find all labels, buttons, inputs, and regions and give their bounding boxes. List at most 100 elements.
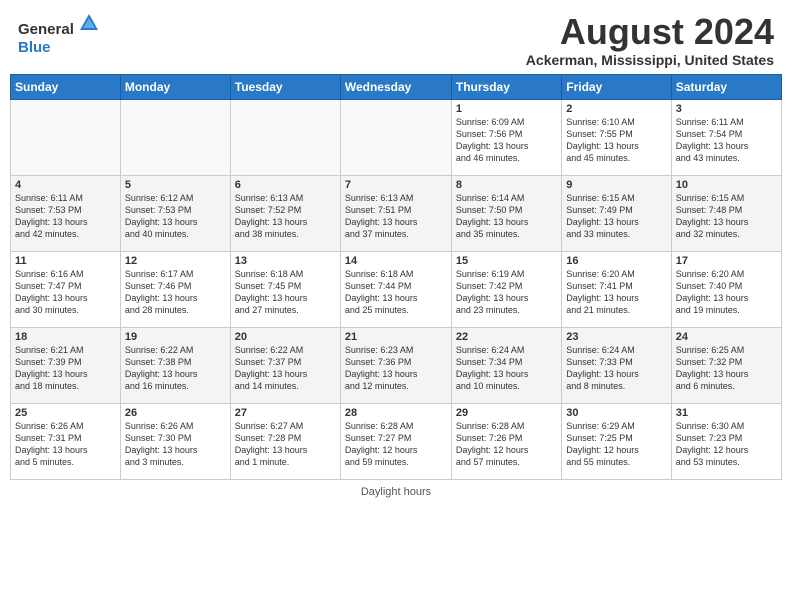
calendar-cell: 25Sunrise: 6:26 AM Sunset: 7:31 PM Dayli… [11,403,121,479]
day-info: Sunrise: 6:27 AM Sunset: 7:28 PM Dayligh… [235,420,336,469]
calendar-cell: 17Sunrise: 6:20 AM Sunset: 7:40 PM Dayli… [671,251,781,327]
day-number: 8 [456,179,557,191]
day-info: Sunrise: 6:26 AM Sunset: 7:30 PM Dayligh… [125,420,226,469]
calendar-cell [340,99,451,175]
day-number: 19 [125,331,226,343]
day-number: 28 [345,407,447,419]
day-info: Sunrise: 6:24 AM Sunset: 7:33 PM Dayligh… [566,344,666,393]
calendar-cell: 20Sunrise: 6:22 AM Sunset: 7:37 PM Dayli… [230,327,340,403]
day-number: 17 [676,255,777,267]
calendar-cell [230,99,340,175]
calendar-cell: 16Sunrise: 6:20 AM Sunset: 7:41 PM Dayli… [562,251,671,327]
day-info: Sunrise: 6:15 AM Sunset: 7:48 PM Dayligh… [676,192,777,241]
calendar-cell: 11Sunrise: 6:16 AM Sunset: 7:47 PM Dayli… [11,251,121,327]
day-info: Sunrise: 6:10 AM Sunset: 7:55 PM Dayligh… [566,116,666,165]
calendar-cell: 9Sunrise: 6:15 AM Sunset: 7:49 PM Daylig… [562,175,671,251]
day-number: 25 [15,407,116,419]
calendar-cell: 23Sunrise: 6:24 AM Sunset: 7:33 PM Dayli… [562,327,671,403]
day-number: 24 [676,331,777,343]
calendar-cell: 5Sunrise: 6:12 AM Sunset: 7:53 PM Daylig… [120,175,230,251]
calendar-cell: 12Sunrise: 6:17 AM Sunset: 7:46 PM Dayli… [120,251,230,327]
calendar-cell: 7Sunrise: 6:13 AM Sunset: 7:51 PM Daylig… [340,175,451,251]
weekday-header: Sunday [11,74,121,99]
weekday-header: Tuesday [230,74,340,99]
day-info: Sunrise: 6:30 AM Sunset: 7:23 PM Dayligh… [676,420,777,469]
day-info: Sunrise: 6:19 AM Sunset: 7:42 PM Dayligh… [456,268,557,317]
day-number: 18 [15,331,116,343]
calendar-header: SundayMondayTuesdayWednesdayThursdayFrid… [11,74,782,99]
calendar-cell: 28Sunrise: 6:28 AM Sunset: 7:27 PM Dayli… [340,403,451,479]
calendar-cell: 15Sunrise: 6:19 AM Sunset: 7:42 PM Dayli… [451,251,561,327]
calendar-cell: 27Sunrise: 6:27 AM Sunset: 7:28 PM Dayli… [230,403,340,479]
day-info: Sunrise: 6:11 AM Sunset: 7:54 PM Dayligh… [676,116,777,165]
title-section: August 2024 Ackerman, Mississippi, Unite… [526,12,774,68]
calendar-cell: 24Sunrise: 6:25 AM Sunset: 7:32 PM Dayli… [671,327,781,403]
footer: Daylight hours [0,484,792,500]
day-info: Sunrise: 6:26 AM Sunset: 7:31 PM Dayligh… [15,420,116,469]
day-info: Sunrise: 6:28 AM Sunset: 7:26 PM Dayligh… [456,420,557,469]
day-info: Sunrise: 6:22 AM Sunset: 7:37 PM Dayligh… [235,344,336,393]
day-number: 13 [235,255,336,267]
day-info: Sunrise: 6:24 AM Sunset: 7:34 PM Dayligh… [456,344,557,393]
calendar-cell: 6Sunrise: 6:13 AM Sunset: 7:52 PM Daylig… [230,175,340,251]
weekday-header: Wednesday [340,74,451,99]
day-number: 4 [15,179,116,191]
day-number: 5 [125,179,226,191]
logo-text: General Blue [18,12,100,57]
day-info: Sunrise: 6:09 AM Sunset: 7:56 PM Dayligh… [456,116,557,165]
day-number: 15 [456,255,557,267]
main-title: August 2024 [526,12,774,52]
calendar-cell: 4Sunrise: 6:11 AM Sunset: 7:53 PM Daylig… [11,175,121,251]
logo-general: General [18,21,74,38]
calendar-cell: 18Sunrise: 6:21 AM Sunset: 7:39 PM Dayli… [11,327,121,403]
logo-icon [78,21,100,38]
day-info: Sunrise: 6:11 AM Sunset: 7:53 PM Dayligh… [15,192,116,241]
day-info: Sunrise: 6:12 AM Sunset: 7:53 PM Dayligh… [125,192,226,241]
weekday-header: Friday [562,74,671,99]
calendar-cell: 29Sunrise: 6:28 AM Sunset: 7:26 PM Dayli… [451,403,561,479]
day-number: 12 [125,255,226,267]
subtitle: Ackerman, Mississippi, United States [526,52,774,68]
day-number: 1 [456,103,557,115]
day-info: Sunrise: 6:20 AM Sunset: 7:40 PM Dayligh… [676,268,777,317]
calendar-cell: 26Sunrise: 6:26 AM Sunset: 7:30 PM Dayli… [120,403,230,479]
logo: General Blue [18,12,100,57]
footer-text: Daylight hours [361,486,431,498]
day-info: Sunrise: 6:18 AM Sunset: 7:45 PM Dayligh… [235,268,336,317]
day-number: 22 [456,331,557,343]
calendar-cell: 22Sunrise: 6:24 AM Sunset: 7:34 PM Dayli… [451,327,561,403]
day-info: Sunrise: 6:22 AM Sunset: 7:38 PM Dayligh… [125,344,226,393]
day-number: 14 [345,255,447,267]
logo-blue: Blue [18,39,51,56]
day-info: Sunrise: 6:29 AM Sunset: 7:25 PM Dayligh… [566,420,666,469]
day-info: Sunrise: 6:13 AM Sunset: 7:51 PM Dayligh… [345,192,447,241]
day-info: Sunrise: 6:28 AM Sunset: 7:27 PM Dayligh… [345,420,447,469]
calendar-cell: 31Sunrise: 6:30 AM Sunset: 7:23 PM Dayli… [671,403,781,479]
day-number: 30 [566,407,666,419]
day-number: 27 [235,407,336,419]
calendar: SundayMondayTuesdayWednesdayThursdayFrid… [10,74,782,480]
day-info: Sunrise: 6:23 AM Sunset: 7:36 PM Dayligh… [345,344,447,393]
day-number: 23 [566,331,666,343]
calendar-cell [120,99,230,175]
calendar-cell [11,99,121,175]
day-number: 3 [676,103,777,115]
calendar-cell: 19Sunrise: 6:22 AM Sunset: 7:38 PM Dayli… [120,327,230,403]
day-number: 29 [456,407,557,419]
day-number: 26 [125,407,226,419]
header: General Blue August 2024 Ackerman, Missi… [0,0,792,74]
day-number: 16 [566,255,666,267]
calendar-cell: 10Sunrise: 6:15 AM Sunset: 7:48 PM Dayli… [671,175,781,251]
day-number: 11 [15,255,116,267]
day-number: 10 [676,179,777,191]
calendar-cell: 14Sunrise: 6:18 AM Sunset: 7:44 PM Dayli… [340,251,451,327]
calendar-cell: 2Sunrise: 6:10 AM Sunset: 7:55 PM Daylig… [562,99,671,175]
day-info: Sunrise: 6:20 AM Sunset: 7:41 PM Dayligh… [566,268,666,317]
weekday-header: Saturday [671,74,781,99]
calendar-cell: 21Sunrise: 6:23 AM Sunset: 7:36 PM Dayli… [340,327,451,403]
calendar-cell: 1Sunrise: 6:09 AM Sunset: 7:56 PM Daylig… [451,99,561,175]
day-number: 2 [566,103,666,115]
day-info: Sunrise: 6:15 AM Sunset: 7:49 PM Dayligh… [566,192,666,241]
day-info: Sunrise: 6:16 AM Sunset: 7:47 PM Dayligh… [15,268,116,317]
calendar-cell: 13Sunrise: 6:18 AM Sunset: 7:45 PM Dayli… [230,251,340,327]
